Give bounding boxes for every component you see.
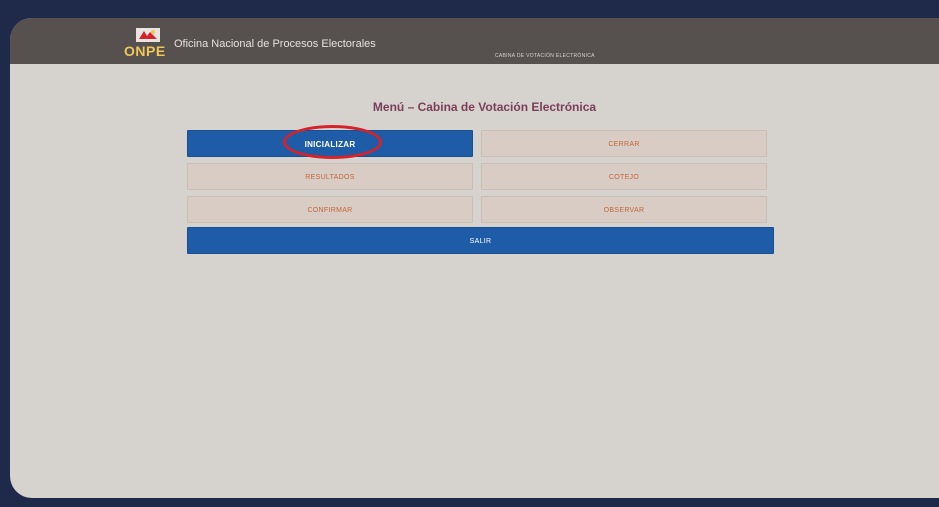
app-header: ONPE Oficina Nacional de Procesos Electo… [10, 18, 939, 64]
cotejo-button[interactable]: COTEJO [481, 163, 767, 190]
menu-title-text: Menú – Cabina de Votación Electrónica [372, 100, 597, 114]
inicializar-button[interactable]: INICIALIZAR [187, 130, 473, 157]
logo-text: ONPE [124, 43, 166, 59]
resultados-button[interactable]: RESULTADOS [187, 163, 473, 190]
cerrar-button[interactable]: CERRAR [481, 130, 767, 157]
confirmar-button[interactable]: CONFIRMAR [187, 196, 473, 223]
onpe-logo-icon [136, 28, 160, 42]
onpe-logo: ONPE [124, 26, 174, 60]
observar-button[interactable]: OBSERVAR [481, 196, 767, 223]
salir-button[interactable]: SALIR [187, 227, 774, 254]
menu-title: Menú – Cabina de Votación Electrónica [10, 100, 939, 114]
device-frame: ONPE Oficina Nacional de Procesos Electo… [0, 0, 939, 507]
app-screen: ONPE Oficina Nacional de Procesos Electo… [10, 18, 939, 498]
header-subtitle: CABINA DE VOTACIÓN ELECTRÓNICA [495, 53, 595, 59]
organization-name: Oficina Nacional de Procesos Electorales [174, 38, 376, 50]
